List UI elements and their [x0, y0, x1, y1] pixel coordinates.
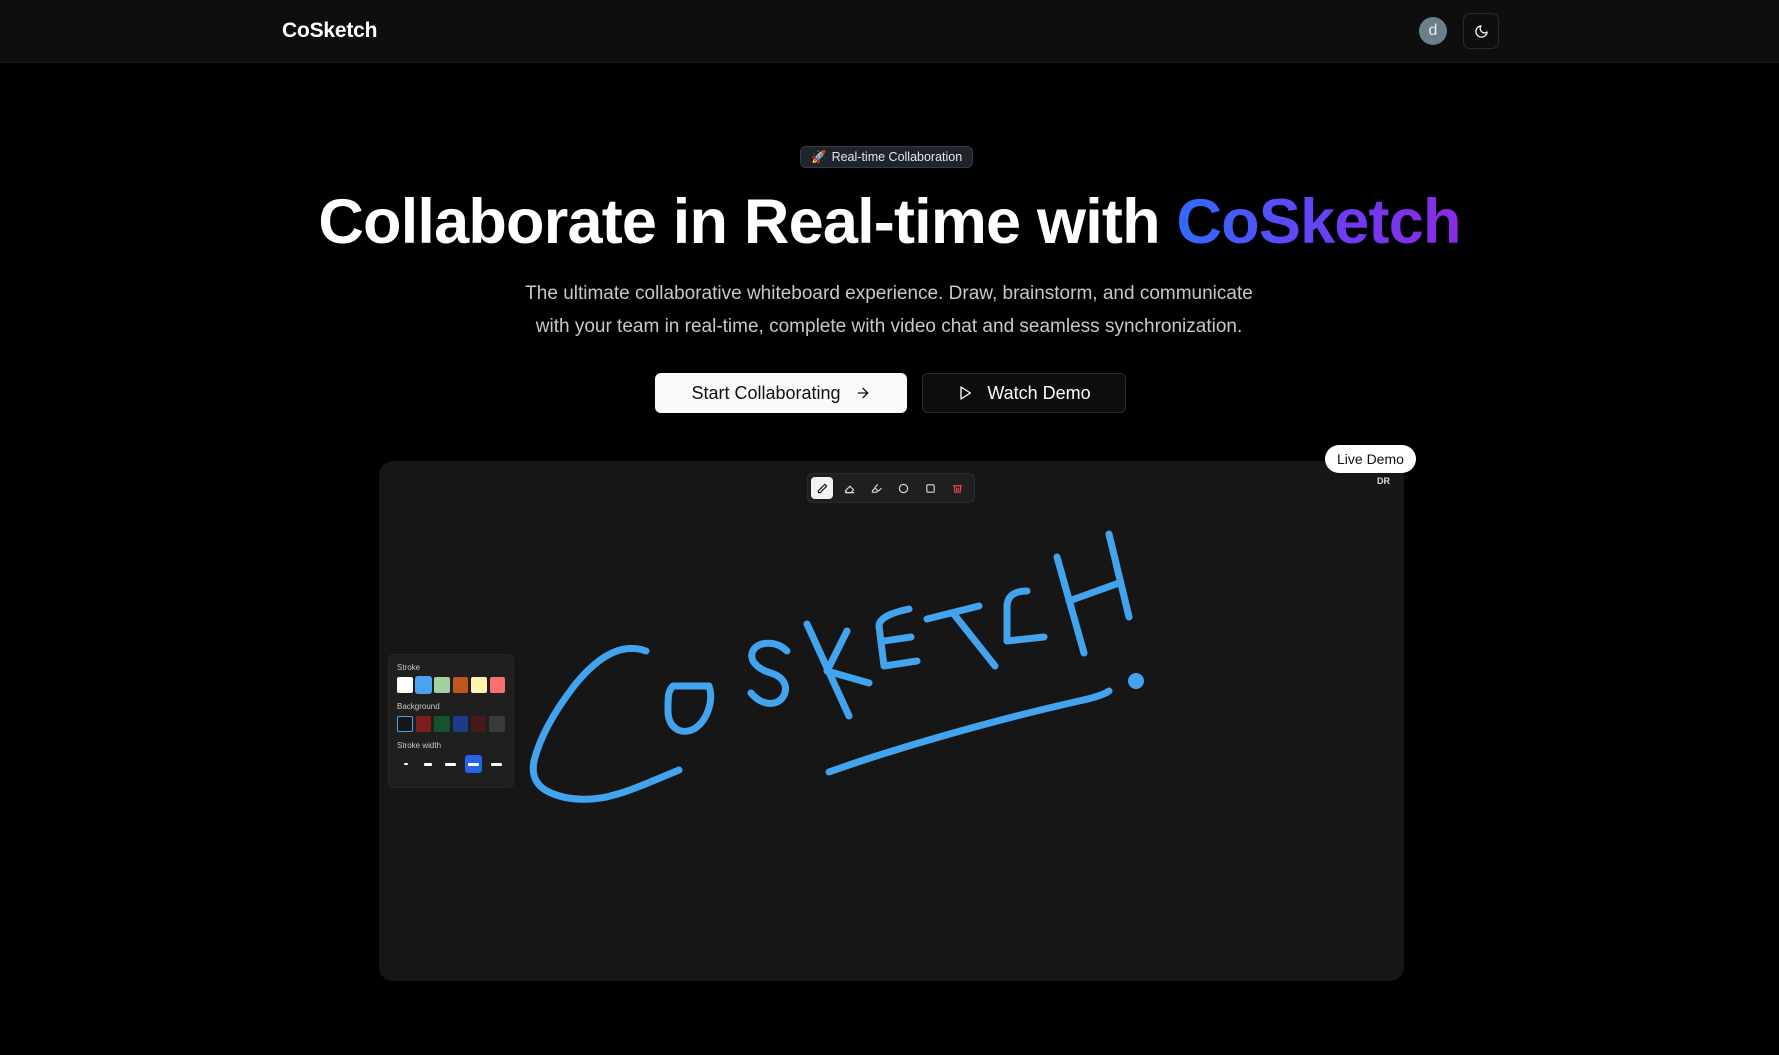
drawing-letter-h: [1053, 530, 1133, 657]
rectangle-icon: [925, 483, 935, 493]
stroke-width-option-xl[interactable]: [487, 755, 505, 773]
stroke-width-row: [397, 755, 505, 773]
play-icon: [960, 386, 972, 400]
stroke-color-row: [397, 677, 505, 693]
stroke-swatch-yellow[interactable]: [471, 677, 487, 693]
highlighter-icon: [871, 483, 882, 493]
drawing-underline: [825, 687, 1113, 776]
tool-pencil[interactable]: [811, 477, 833, 499]
drawing-letter-t: [923, 602, 999, 670]
background-swatch-gray[interactable]: [489, 716, 505, 732]
hero-subtitle: The ultimate collaborative whiteboard ex…: [489, 277, 1289, 343]
trash-icon: [952, 484, 962, 493]
cosketch-drawing: [529, 530, 1144, 803]
hero-badge: 🚀 Real-time Collaboration: [800, 146, 974, 168]
circle-icon: [898, 483, 908, 493]
drawing-toolbar: [807, 473, 975, 503]
stroke-swatch-orange[interactable]: [452, 677, 468, 693]
drawing-letter-o: [664, 682, 715, 735]
start-collaborating-button[interactable]: Start Collaborating: [655, 373, 907, 413]
stroke-swatch-red[interactable]: [489, 677, 505, 693]
properties-panel: Stroke Background Stroke width: [388, 654, 514, 788]
stroke-label: Stroke: [397, 663, 421, 672]
top-navbar: CoSketch d: [0, 0, 1779, 63]
hero-subtitle-line-2: with your team in real-time, complete wi…: [535, 316, 1243, 337]
drawing-dot: [1128, 673, 1144, 689]
stroke-width-option-md[interactable]: [442, 755, 460, 773]
user-avatar[interactable]: d: [1419, 17, 1447, 45]
moon-icon: [1474, 24, 1488, 38]
tool-clear[interactable]: [946, 477, 968, 499]
drawing-letter-c-small: [1003, 587, 1048, 645]
hero-title: Collaborate in Real-time with CoSketch: [0, 186, 1779, 258]
stroke-width-label: Stroke width: [397, 741, 442, 750]
drawing-letter-e: [875, 605, 921, 670]
rocket-icon: 🚀: [811, 149, 827, 164]
tool-circle[interactable]: [892, 477, 914, 499]
tool-eraser[interactable]: [838, 477, 860, 499]
drawing-letter-c: [529, 644, 683, 803]
background-swatch-brown[interactable]: [471, 716, 487, 732]
arrow-right-icon: [857, 387, 868, 399]
start-collaborating-label: Start Collaborating: [691, 382, 841, 403]
theme-toggle-button[interactable]: [1463, 13, 1499, 49]
stroke-width-option-xs[interactable]: [397, 755, 415, 773]
hero-title-accent: CoSketch: [1176, 187, 1461, 257]
background-swatch-blue[interactable]: [452, 716, 468, 732]
background-swatch-green[interactable]: [434, 716, 450, 732]
brand-logo[interactable]: CoSketch: [282, 19, 377, 43]
collaborator-presence: DR: [1377, 476, 1390, 486]
background-label: Background: [397, 702, 440, 711]
watch-demo-button[interactable]: Watch Demo: [922, 373, 1126, 413]
drawing-letter-k-arms: [823, 627, 873, 687]
live-demo-badge: Live Demo: [1325, 445, 1416, 473]
background-color-row: [397, 716, 505, 732]
tool-highlighter[interactable]: [865, 477, 887, 499]
background-swatch-red[interactable]: [415, 716, 432, 732]
drawing-letter-s: [747, 639, 791, 707]
stroke-swatch-blue[interactable]: [415, 677, 431, 693]
watch-demo-label: Watch Demo: [987, 382, 1091, 403]
background-swatch-transparent[interactable]: [397, 716, 413, 732]
stroke-swatch-white[interactable]: [397, 677, 413, 693]
badge-label: Real-time Collaboration: [831, 150, 963, 164]
eraser-icon: [844, 485, 854, 493]
stroke-swatch-green[interactable]: [434, 677, 450, 693]
hero-subtitle-line-1: The ultimate collaborative whiteboard ex…: [525, 283, 1253, 304]
tool-rectangle[interactable]: [919, 477, 941, 499]
hero-title-main: Collaborate in Real-time with: [318, 187, 1177, 257]
stroke-width-option-lg[interactable]: [464, 755, 483, 773]
pencil-icon: [817, 483, 827, 493]
demo-whiteboard-canvas[interactable]: Stroke Background Stroke width: [379, 461, 1404, 981]
stroke-width-option-sm[interactable]: [420, 755, 438, 773]
